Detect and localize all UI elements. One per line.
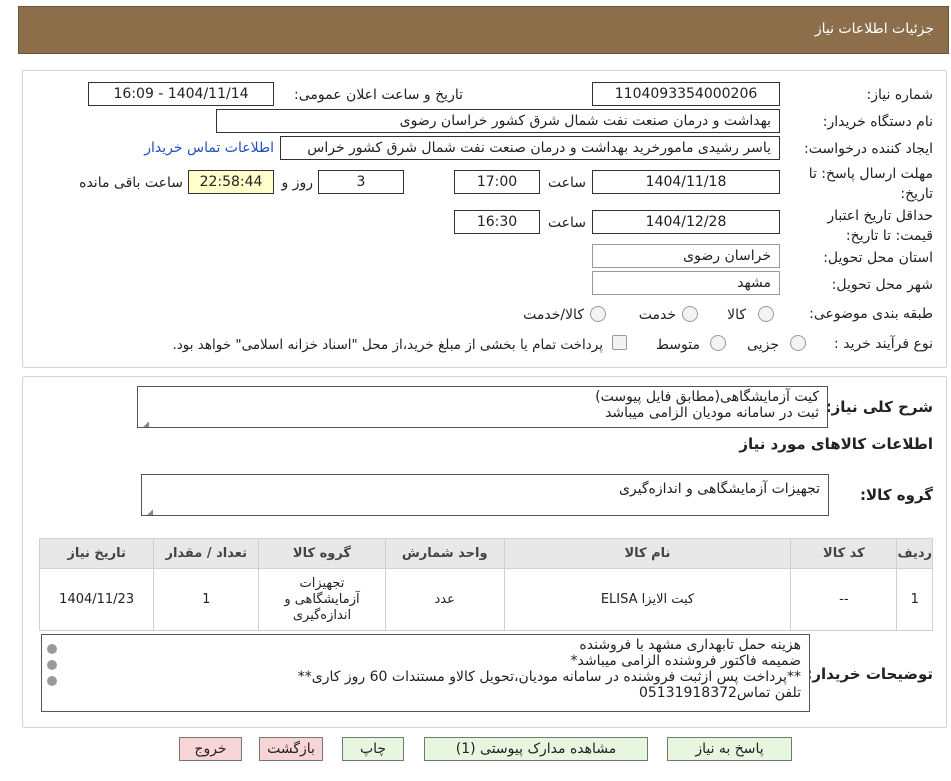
col-unit-header: واحد شمارش <box>384 538 505 569</box>
need-number-field: 1104093354000206 <box>592 82 780 106</box>
buyer-contact-link[interactable]: اطلاعات تماس خریدار <box>144 140 274 156</box>
days-field: 3 <box>318 170 404 194</box>
deadline-date-field: 1404/11/18 <box>592 170 780 194</box>
announce-field: 1404/11/14 - 16:09 <box>88 82 274 106</box>
cell-group: تجهیزات آزمایشگاهی و اندازه‌گیری <box>258 568 386 631</box>
requester-field: یاسر رشیدی مامورخرید بهداشت و درمان صنعت… <box>280 136 780 160</box>
print-button[interactable]: چاپ <box>342 737 404 761</box>
window-title-bar: جزئیات اطلاعات نیاز <box>18 6 949 54</box>
city-field: مشهد <box>592 271 780 295</box>
attachments-button[interactable]: مشاهده مدارک پیوستی (1) <box>424 737 648 761</box>
deadline-time-field: 17:00 <box>454 170 540 194</box>
cell-row-number: 1 <box>896 568 933 631</box>
process-radio-partial[interactable] <box>790 335 806 351</box>
items-table-header: ردیف کد کالا نام کالا واحد شمارش گروه کا… <box>38 538 933 569</box>
treasury-checkbox[interactable] <box>612 335 627 350</box>
process-option-partial: جزیی <box>747 337 779 353</box>
notes-line-3: **پرداخت پس ازثبت فروشنده در سامانه مودی… <box>297 669 801 685</box>
remaining-time-field: 22:58:44 <box>188 170 274 194</box>
validity-time-field: 16:30 <box>454 210 540 234</box>
deadline-label-text: مهلت ارسال پاسخ: تا تاریخ: <box>808 166 933 202</box>
buyer-org-field: بهداشت و درمان صنعت نفت شمال شرق کشور خر… <box>216 109 780 133</box>
deadline-label: مهلت ارسال پاسخ: تا تاریخ: <box>793 164 933 204</box>
col-row-header: ردیف <box>896 538 933 569</box>
notes-textarea[interactable]: هزینه حمل تابهداری مشهد با فروشنده ضمیمه… <box>41 634 810 712</box>
remaining-label: ساعت باقی مانده <box>79 175 183 191</box>
col-date-header: تاریخ نیاز <box>38 538 155 569</box>
resize-grip-icon[interactable]: ◢ <box>141 417 149 427</box>
category-label: طبقه بندی موضوعی: <box>809 306 933 322</box>
buyer-org-label: نام دستگاه خریدار: <box>822 114 933 130</box>
window-title: جزئیات اطلاعات نیاز <box>814 21 934 37</box>
deadline-time-label: ساعت <box>547 175 586 191</box>
col-name-header: نام کالا <box>503 538 792 569</box>
items-table: ردیف کد کالا نام کالا واحد شمارش گروه کا… <box>38 538 933 631</box>
requester-label: ایجاد کننده درخواست: <box>804 141 933 157</box>
category-option-service: خدمت <box>638 307 676 323</box>
group-value: تجهیزات آزمایشگاهی و اندازه‌گیری <box>618 481 820 497</box>
validity-label: حداقل تاریخ اعتبار قیمت: تا تاریخ: <box>793 206 933 246</box>
cell-unit: عدد <box>384 568 505 631</box>
cell-code: -- <box>790 568 898 631</box>
notes-line-2: ضمیمه فاکتور فروشنده الزامی میباشد* <box>570 653 802 669</box>
summary-line-1: کیت آزمایشگاهی(مطابق فایل پیوست) <box>595 389 819 405</box>
group-textarea[interactable]: تجهیزات آزمایشگاهی و اندازه‌گیری ◢ <box>141 474 829 516</box>
cell-name: کیت الایزا ELISA <box>503 568 792 631</box>
validity-date-field: 1404/12/28 <box>592 210 780 234</box>
category-option-goods: کالا <box>727 307 746 323</box>
table-row: 1 -- کیت الایزا ELISA عدد تجهیزات آزمایش… <box>38 568 933 631</box>
col-group-header: گروه کالا <box>258 538 386 569</box>
group-label: گروه کالا: <box>860 486 933 504</box>
summary-label: شرح کلی نیاز: <box>825 398 933 416</box>
city-label: شهر محل تحویل: <box>831 277 933 293</box>
items-section-title: اطلاعات کالاهای مورد نیاز <box>739 435 933 453</box>
category-radio-service[interactable] <box>682 306 698 322</box>
resize-grip-icon[interactable]: ◢ <box>145 505 153 515</box>
summary-line-2: ثبت در سامانه مودیان الزامی میباشد <box>605 405 819 421</box>
scroll-down-icon[interactable] <box>47 676 57 686</box>
announce-label: تاریخ و ساعت اعلان عمومی: <box>294 87 463 103</box>
days-label: روز و <box>281 175 314 191</box>
province-label: استان محل تحویل: <box>823 250 933 266</box>
exit-button[interactable]: خروج <box>179 737 242 761</box>
cell-qty: 1 <box>153 568 260 631</box>
process-radio-medium[interactable] <box>710 335 726 351</box>
scroll-up-icon[interactable] <box>47 644 57 654</box>
scroll-thumb[interactable] <box>47 660 57 670</box>
cell-date: 1404/11/23 <box>38 568 155 631</box>
category-radio-goods[interactable] <box>758 306 774 322</box>
back-button[interactable]: بازگشت <box>259 737 323 761</box>
need-number-label: شماره نیاز: <box>866 87 934 103</box>
col-code-header: کد کالا <box>790 538 898 569</box>
process-label: نوع فرآیند خرید : <box>834 336 933 352</box>
category-radio-goods-service[interactable] <box>590 306 606 322</box>
col-qty-header: تعداد / مقدار <box>153 538 260 569</box>
validity-label-text: حداقل تاریخ اعتبار قیمت: تا تاریخ: <box>827 208 933 244</box>
validity-time-label: ساعت <box>547 215 586 231</box>
province-field: خراسان رضوی <box>592 244 780 268</box>
reply-button[interactable]: پاسخ به نیاز <box>667 737 792 761</box>
notes-line-1: هزینه حمل تابهداری مشهد با فروشنده <box>579 637 801 653</box>
notes-line-4: تلفن تماس05131918372 <box>638 685 801 701</box>
notes-scrollbar[interactable] <box>45 638 59 708</box>
summary-textarea[interactable]: کیت آزمایشگاهی(مطابق فایل پیوست) ثبت در … <box>137 386 828 428</box>
category-option-goods-service: کالا/خدمت <box>523 307 584 323</box>
process-note: پرداخت تمام یا بخشی از مبلغ خرید،از محل … <box>172 337 603 353</box>
process-option-medium: متوسط <box>656 337 700 353</box>
notes-label: توضیحات خریدار: <box>806 665 933 683</box>
